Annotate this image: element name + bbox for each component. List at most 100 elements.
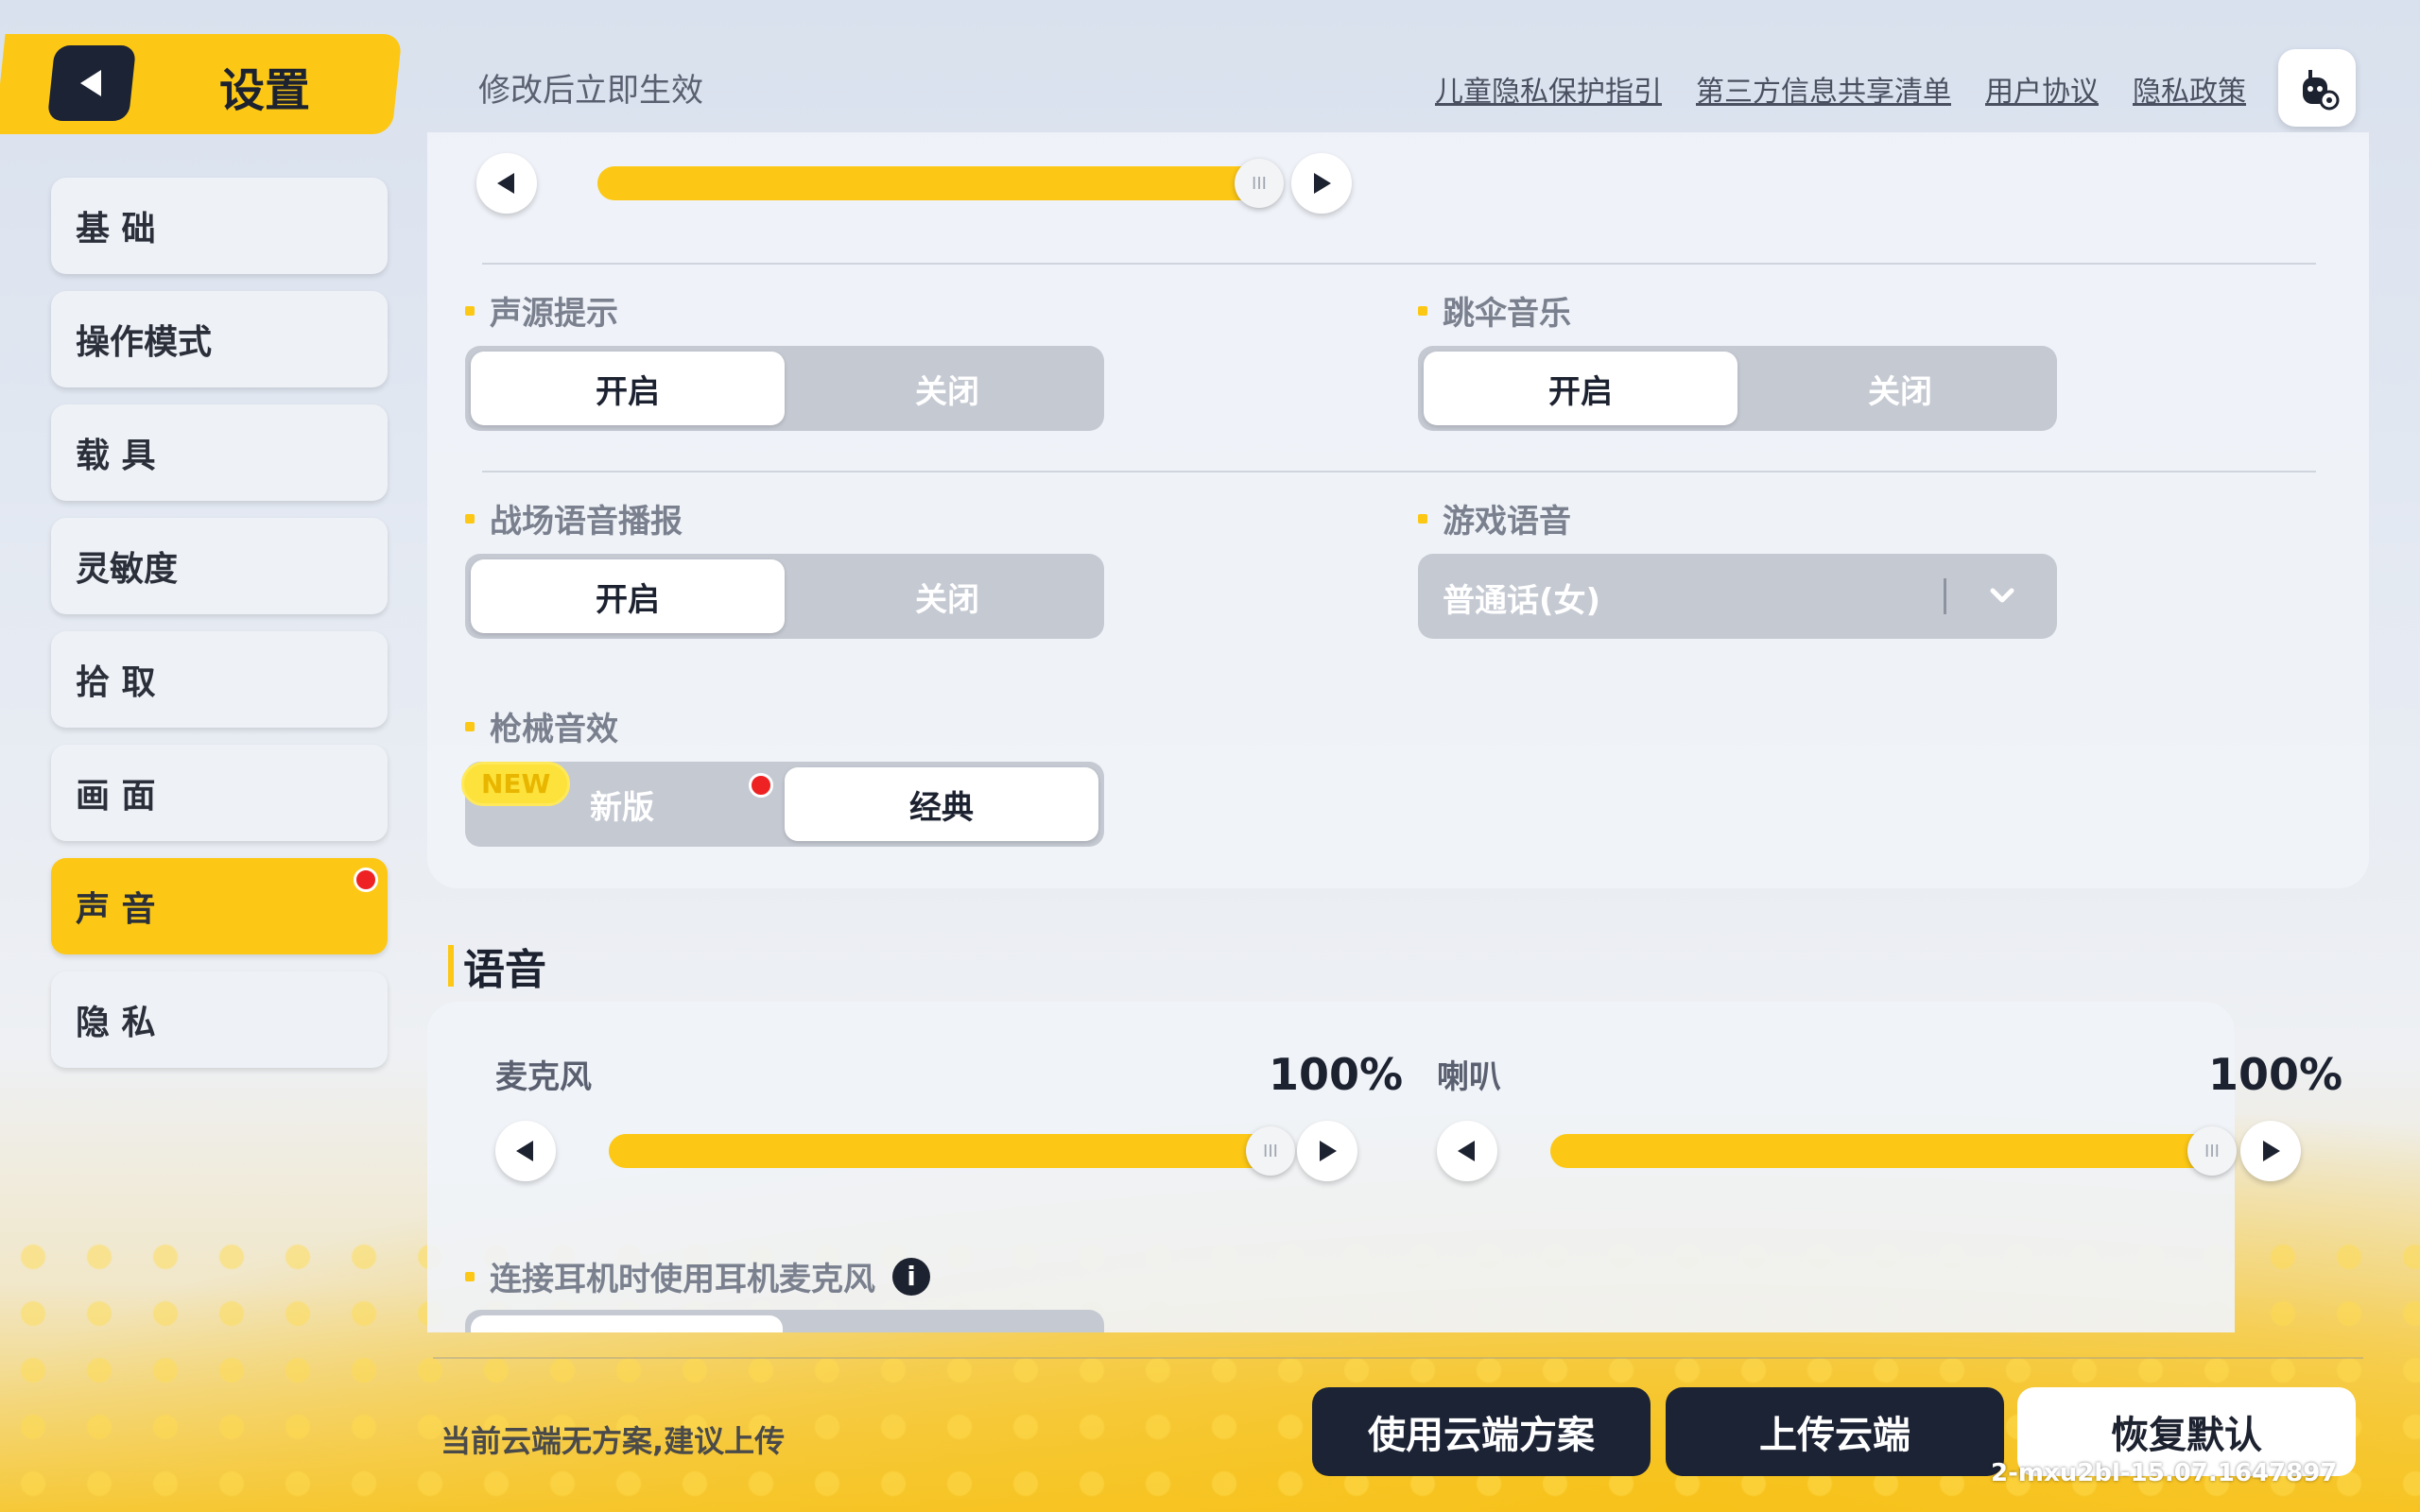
page-title: 设置 [219, 64, 311, 117]
sidebar-item-sensitivity[interactable]: 灵敏度 [51, 518, 388, 614]
parachute-music-toggle: 开启 关闭 [1418, 346, 2057, 431]
footer-divider [433, 1357, 2363, 1359]
notification-dot [749, 773, 773, 798]
battle-voice-off[interactable]: 关闭 [790, 554, 1104, 639]
right-triangle-icon [1314, 173, 1331, 194]
link-user-agreement[interactable]: 用户协议 [1985, 68, 2099, 110]
parachute-music-off[interactable]: 关闭 [1743, 346, 2057, 431]
sidebar-item-sound[interactable]: 声 音 [51, 858, 388, 954]
cloud-hint: 当前云端无方案,建议上传 [441, 1423, 786, 1459]
sidebar-item-graphics[interactable]: 画 面 [51, 745, 388, 841]
volume-decrease-button[interactable] [476, 153, 537, 214]
new-badge: NEW [461, 762, 571, 806]
speaker-slider[interactable]: III [1550, 1126, 2237, 1176]
back-button[interactable] [46, 45, 137, 121]
speaker-increase-button[interactable] [2240, 1121, 2301, 1181]
sidebar-item-label: 画 面 [76, 777, 156, 816]
source-hint-off[interactable]: 关闭 [790, 346, 1104, 431]
divider [482, 263, 2316, 265]
sidebar-item-basic[interactable]: 基 础 [51, 178, 388, 274]
label-text: 战场语音播报 [490, 503, 683, 541]
source-hint-on[interactable]: 开启 [471, 352, 785, 425]
volume-slider-thumb[interactable]: III [1235, 159, 1284, 208]
bullet [1418, 305, 1427, 316]
gun-sfx-label: 枪械音效 [465, 703, 618, 749]
right-triangle-icon [2263, 1141, 2280, 1161]
sidebar: 基 础 操作模式 载 具 灵敏度 拾 取 画 面 声 音 隐 私 [51, 178, 388, 1085]
use-cloud-button[interactable]: 使用云端方案 [1312, 1387, 1651, 1476]
speaker-decrease-button[interactable] [1437, 1121, 1497, 1181]
label-text: 枪械音效 [490, 711, 618, 748]
title-accent-bar [448, 945, 454, 987]
headset-mic-toggle[interactable] [465, 1310, 1104, 1332]
bullet [1418, 513, 1427, 524]
sidebar-item-privacy[interactable]: 隐 私 [51, 971, 388, 1068]
bullet [465, 513, 475, 524]
source-hint-label: 声源提示 [465, 287, 618, 334]
headset-mic-label: 连接耳机时使用耳机麦克风 i [465, 1253, 930, 1299]
battle-voice-on[interactable]: 开启 [471, 559, 785, 633]
profile-settings-button[interactable] [2278, 49, 2356, 127]
headset-mic-toggle-selected [471, 1315, 783, 1332]
volume-increase-button[interactable] [1291, 153, 1352, 214]
speaker-slider-thumb[interactable]: III [2187, 1126, 2237, 1176]
battle-voice-label: 战场语音播报 [465, 495, 683, 541]
label-text: 游戏语音 [1443, 503, 1571, 541]
sidebar-item-pickup[interactable]: 拾 取 [51, 631, 388, 728]
sidebar-item-label: 声 音 [76, 890, 156, 929]
mic-increase-button[interactable] [1297, 1121, 1357, 1181]
game-voice-value: 普通话(女) [1443, 582, 1601, 620]
bullet [465, 1271, 475, 1281]
mic-label: 麦克风 [495, 1058, 592, 1096]
gun-sfx-classic[interactable]: 经典 [785, 767, 1098, 841]
voice-section-title: 语音 [448, 936, 546, 996]
game-voice-label: 游戏语音 [1418, 495, 1571, 541]
back-arrow-icon [80, 70, 101, 96]
notification-dot [354, 868, 378, 892]
label-text: 声源提示 [490, 295, 618, 333]
sidebar-item-label: 隐 私 [76, 1004, 156, 1042]
link-third-party[interactable]: 第三方信息共享清单 [1696, 68, 1951, 110]
speaker-label: 喇叭 [1437, 1058, 1501, 1096]
chevron-down-icon [1990, 588, 2014, 603]
sidebar-item-label: 拾 取 [76, 663, 156, 702]
parachute-music-on[interactable]: 开启 [1424, 352, 1737, 425]
sidebar-item-label: 灵敏度 [76, 550, 179, 589]
upload-cloud-button[interactable]: 上传云端 [1666, 1387, 2004, 1476]
source-hint-toggle: 开启 关闭 [465, 346, 1104, 431]
left-triangle-icon [516, 1141, 533, 1161]
left-triangle-icon [497, 173, 514, 194]
bullet [465, 721, 475, 731]
sidebar-item-label: 载 具 [76, 437, 156, 475]
battle-voice-toggle: 开启 关闭 [465, 554, 1104, 639]
label-text: 跳伞音乐 [1443, 295, 1571, 333]
link-privacy-policy[interactable]: 隐私政策 [2133, 68, 2246, 110]
label-text: 连接耳机时使用耳机麦克风 [490, 1261, 875, 1298]
divider [482, 471, 2316, 472]
sidebar-item-control-mode[interactable]: 操作模式 [51, 291, 388, 387]
sidebar-item-label: 操作模式 [76, 323, 213, 362]
volume-slider[interactable]: III [597, 159, 1284, 208]
left-triangle-icon [1458, 1141, 1475, 1161]
top-links: 儿童隐私保护指引 第三方信息共享清单 用户协议 隐私政策 [1435, 68, 2246, 110]
speaker-percent: 100% [2208, 1049, 2343, 1100]
mic-slider-thumb[interactable]: III [1246, 1126, 1295, 1176]
link-child-privacy[interactable]: 儿童隐私保护指引 [1435, 68, 1662, 110]
robot-gear-icon [2303, 70, 2340, 111]
bullet [465, 305, 475, 316]
select-separator [1944, 578, 1946, 614]
mic-decrease-button[interactable] [495, 1121, 556, 1181]
info-icon[interactable]: i [892, 1257, 930, 1296]
game-voice-select[interactable]: 普通话(女) [1418, 554, 2057, 639]
build-version: 2-mxu2bl-15.07.1647897 [1991, 1459, 2338, 1487]
volume-slider-fill [597, 166, 1259, 200]
apply-hint: 修改后立即生效 [478, 72, 703, 110]
mic-percent: 100% [1269, 1049, 1404, 1100]
speaker-slider-fill [1550, 1134, 2212, 1168]
sidebar-item-vehicle[interactable]: 载 具 [51, 404, 388, 501]
sidebar-item-label: 基 础 [76, 210, 156, 249]
right-triangle-icon [1320, 1141, 1337, 1161]
parachute-music-label: 跳伞音乐 [1418, 287, 1571, 334]
mic-slider[interactable]: III [609, 1126, 1295, 1176]
section-title-text: 语音 [463, 946, 546, 994]
